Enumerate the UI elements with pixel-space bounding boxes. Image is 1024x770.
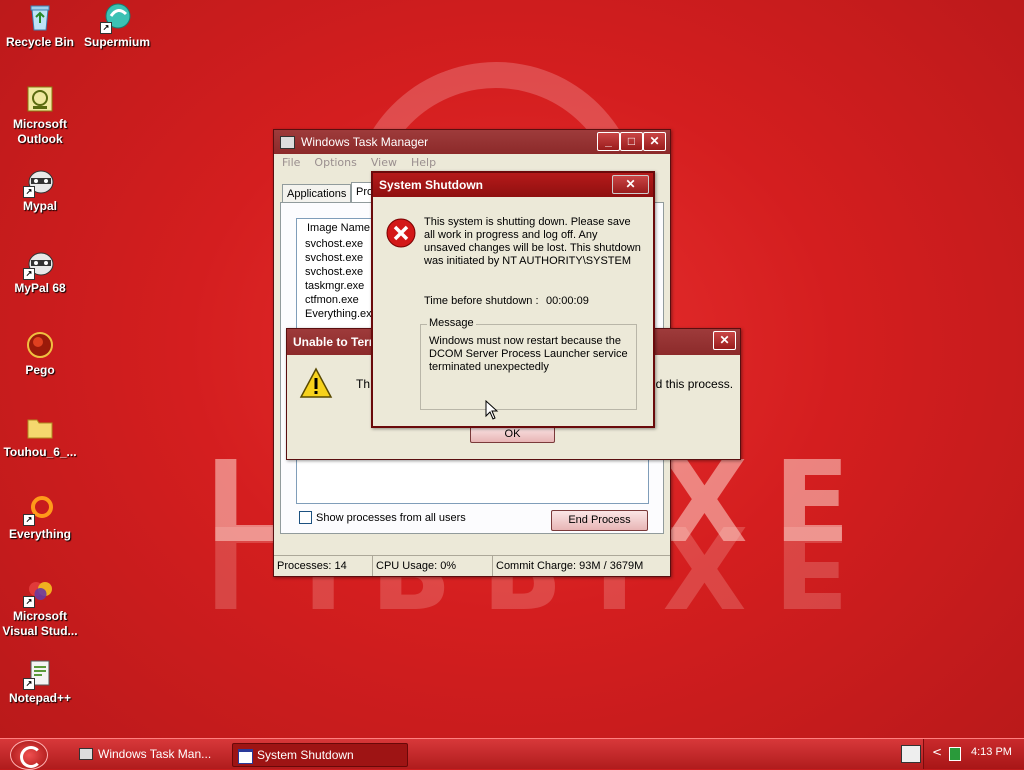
close-button[interactable]: ✕ (612, 175, 649, 194)
window-icon (238, 749, 253, 764)
shortcut-arrow-icon: ↗ (23, 186, 35, 198)
shutdown-dialog-titlebar[interactable]: System Shutdown ✕ (373, 173, 653, 197)
close-button[interactable]: ✕ (643, 132, 666, 151)
desktop-icon-label: Pego (25, 363, 55, 377)
shortcut-arrow-icon: ↗ (23, 514, 35, 526)
task-manager-title: Windows Task Manager (301, 135, 429, 149)
unable-dialog-message-start: Th (356, 377, 371, 391)
checkbox-label: Show processes from all users (316, 511, 466, 524)
system-tray: < 4:13 PM (923, 739, 1024, 769)
desktop-icon-recycle-bin[interactable]: Recycle Bin (0, 2, 80, 50)
desktop-icon-label: Mypal (22, 199, 57, 213)
shortcut-arrow-icon: ↗ (100, 22, 112, 34)
recycle-bin-icon (25, 2, 55, 32)
everything-icon: ↗ (23, 494, 55, 526)
tray-app-icon[interactable] (949, 747, 961, 761)
shortcut-arrow-icon: ↗ (23, 678, 35, 690)
end-process-button[interactable]: End Process (551, 510, 648, 531)
desktop-icon-label: Touhou_6_... (3, 445, 77, 459)
shutdown-time-label: Time before shutdown : (424, 295, 539, 307)
shutdown-dialog-title: System Shutdown (379, 178, 484, 192)
tab-applications[interactable]: Applications (282, 184, 352, 203)
unable-dialog-title: Unable to Term (293, 335, 380, 349)
task-manager-statusbar: Processes: 14 CPU Usage: 0% Commit Charg… (274, 555, 670, 576)
menu-file[interactable]: File (282, 156, 300, 169)
desktop-icon-label: Everything (8, 527, 71, 541)
task-manager-icon (79, 748, 93, 760)
status-cpu: CPU Usage: 0% (373, 556, 493, 576)
taskbar-item-label: Windows Task Man... (98, 747, 212, 761)
pego-icon (25, 330, 55, 360)
desktop-icon-mypal[interactable]: ↗ Mypal (0, 166, 80, 214)
status-commit: Commit Charge: 93M / 3679M (496, 560, 644, 572)
error-icon (385, 217, 417, 252)
taskbar-item-system-shutdown[interactable]: System Shutdown (232, 743, 408, 767)
desktop-icon-label: Microsoft Outlook (13, 117, 67, 146)
desktop-icon-touhou-folder[interactable]: Touhou_6_... (0, 412, 80, 460)
keyboard-tray-icon[interactable] (901, 745, 921, 763)
show-all-users-checkbox[interactable]: Show processes from all users (299, 511, 466, 524)
chevron-left-icon[interactable]: < (932, 745, 942, 759)
desktop-icon-everything[interactable]: ↗ Everything (0, 494, 80, 542)
shortcut-arrow-icon: ↗ (23, 268, 35, 280)
maximize-button[interactable]: □ (620, 132, 643, 151)
warning-icon (299, 367, 333, 402)
task-manager-menubar: File Options View Help (274, 154, 670, 171)
system-shutdown-dialog[interactable]: System Shutdown ✕ This system is shuttin… (371, 171, 655, 428)
desktop-icon-label: Supermium (83, 35, 150, 49)
taskbar: Windows Task Man... System Shutdown < 4:… (0, 738, 1024, 770)
minimize-button[interactable]: _ (597, 132, 620, 151)
start-button[interactable] (10, 740, 48, 770)
desktop-icon-supermium[interactable]: ↗ Supermium (77, 2, 157, 50)
desktop-icon-label: Notepad++ (8, 691, 71, 705)
menu-options[interactable]: Options (314, 156, 356, 169)
visual-studio-icon: ↗ (23, 576, 55, 608)
desktop-icon-label: Microsoft Visual Stud... (2, 609, 78, 638)
supermium-icon: ↗ (100, 2, 132, 34)
status-processes: Processes: 14 (274, 556, 373, 576)
start-logo-icon (20, 746, 42, 768)
mouse-cursor-icon (485, 399, 499, 423)
notepadpp-icon: ↗ (23, 658, 55, 690)
message-group-label: Message (427, 317, 476, 329)
close-button[interactable]: ✕ (713, 331, 736, 350)
desktop-icon-mypal68[interactable]: ↗ MyPal 68 (0, 248, 80, 296)
clock[interactable]: 4:13 PM (971, 746, 1012, 758)
desktop-icon-visual-studio[interactable]: ↗ Microsoft Visual Stud... (0, 576, 80, 639)
shortcut-arrow-icon: ↗ (23, 596, 35, 608)
message-group-text: Windows must now restart because the DCO… (429, 335, 628, 373)
desktop-icon-notepadpp[interactable]: ↗ Notepad++ (0, 658, 80, 706)
shutdown-time-value: 00:00:09 (546, 295, 589, 307)
desktop-icon-outlook[interactable]: Microsoft Outlook (0, 84, 80, 147)
task-manager-titlebar[interactable]: Windows Task Manager _ □ ✕ (274, 130, 670, 154)
menu-help[interactable]: Help (411, 156, 436, 169)
desktop-icon-label: Recycle Bin (5, 35, 75, 49)
shutdown-message: This system is shutting down. Please sav… (424, 216, 641, 267)
desktop-icon-label: MyPal 68 (14, 281, 66, 295)
taskbar-item-label: System Shutdown (257, 748, 354, 762)
task-manager-icon (280, 135, 295, 149)
menu-view[interactable]: View (371, 156, 397, 169)
folder-icon (25, 412, 55, 442)
outlook-icon (25, 84, 55, 114)
message-groupbox: Message Windows must now restart because… (420, 317, 637, 410)
checkbox-box[interactable] (299, 511, 312, 524)
unable-dialog-message-end: nd this process. (649, 377, 734, 391)
column-header-label: Image Name (307, 222, 370, 234)
taskbar-item-task-manager[interactable]: Windows Task Man... (74, 743, 246, 765)
mypal-icon: ↗ (23, 166, 55, 198)
desktop-icon-pego[interactable]: Pego (0, 330, 80, 378)
mypal68-icon: ↗ (23, 248, 55, 280)
